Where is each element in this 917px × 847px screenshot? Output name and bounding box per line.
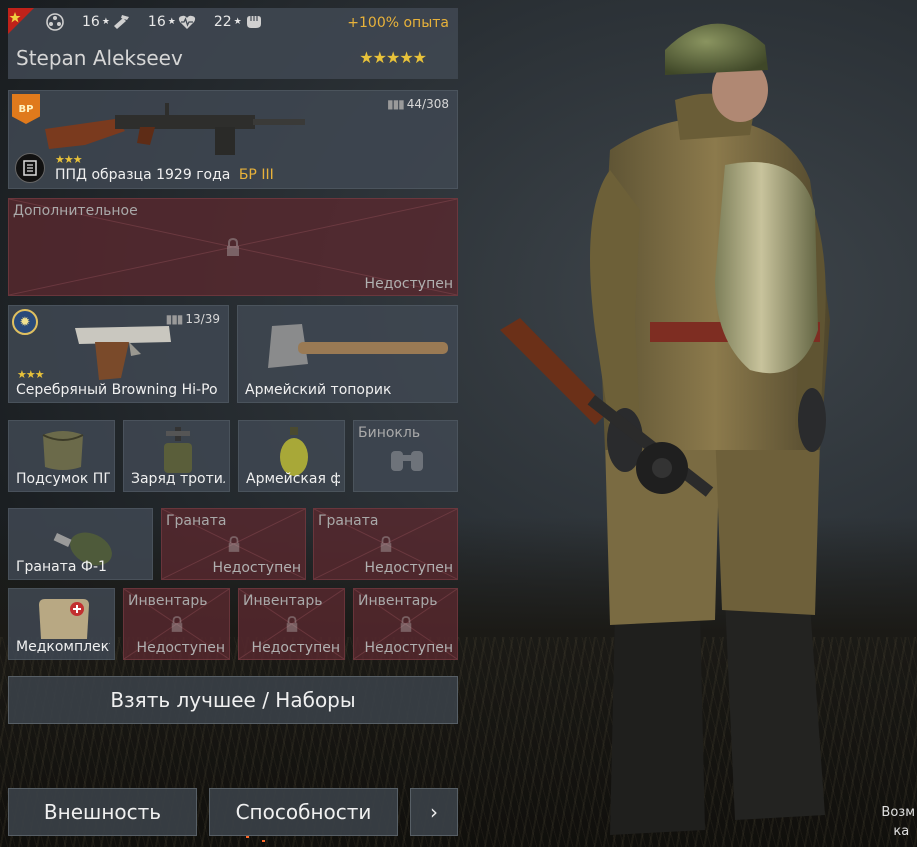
melee-name: Армейский топорик — [245, 382, 392, 398]
stat-melee: 22 ★ — [214, 14, 262, 30]
inventory-slot-4[interactable]: Инвентарь Недоступен — [353, 588, 458, 660]
inventory-slot-4-title: Инвентарь — [358, 593, 438, 609]
melee-slot[interactable]: Армейский топорик — [237, 305, 458, 403]
ammo-icon: ▮▮▮ — [386, 97, 405, 111]
stat-health-value: 16 — [147, 14, 166, 30]
hammer-icon — [113, 15, 129, 29]
exp-bonus: +100% опыта — [347, 15, 449, 31]
equipment-slot-pouch[interactable]: Подсумок ПП — [8, 420, 115, 492]
secondary-weapon-name: Серебряный Browning Hi-Po — [16, 382, 218, 398]
stat-melee-value: 22 — [213, 14, 232, 30]
lock-icon — [227, 237, 239, 256]
additional-slot-status: Недоступен — [364, 276, 453, 292]
inventory-medkit-name: Медкомплект — [16, 639, 110, 655]
primary-weapon-stars: ★★★ — [55, 153, 83, 166]
grenade-f1-name: Граната Ф-1 — [16, 559, 107, 575]
lock-icon — [380, 536, 391, 552]
equipment-tnt-name: Заряд тротила — [131, 471, 225, 487]
stat-health: 16 ★ — [148, 14, 196, 30]
secondary-ammo-count: 13/39 — [185, 312, 220, 326]
equipment-slot-tnt[interactable]: Заряд тротила — [123, 420, 230, 492]
lock-icon — [286, 616, 297, 632]
grenade-slot-3[interactable]: Граната Недоступен — [313, 508, 458, 580]
axe-image — [268, 324, 448, 368]
reel-icon — [46, 13, 64, 31]
primary-weapon-slot[interactable]: BP ▮▮▮ 44/308 ★★★ ППД образца 1929 года Б… — [8, 90, 458, 189]
battle-rating: БР III — [238, 167, 274, 183]
primary-ammo: ▮▮▮ 44/308 — [387, 97, 449, 111]
browning-pistol-image — [75, 326, 171, 380]
fist-icon — [246, 16, 261, 28]
lock-icon — [228, 536, 239, 552]
bp-badge-icon: BP — [12, 94, 40, 124]
abilities-button[interactable]: Способности — [209, 788, 398, 836]
equipment-flask-name: Армейская ф — [246, 471, 340, 487]
grenade-slot-3-status: Недоступен — [364, 560, 453, 576]
inventory-slot-medkit[interactable]: Медкомплект — [8, 588, 115, 660]
silver-medal-icon: ✹ — [12, 309, 38, 335]
inventory-slot-2[interactable]: Инвентарь Недоступен — [123, 588, 230, 660]
grenade-slot-2-status: Недоступен — [212, 560, 301, 576]
binoculars-slot-title: Бинокль — [358, 425, 421, 441]
equipment-slot-binoculars[interactable]: Бинокль — [353, 420, 458, 492]
grenade-slot-2-title: Граната — [166, 513, 227, 529]
ember-decor — [262, 840, 265, 842]
pouch-image — [42, 431, 84, 470]
grenade-slot-2[interactable]: Граната Недоступен — [161, 508, 306, 580]
checklist-icon[interactable] — [15, 153, 45, 183]
background-hint-text: Возм ка — [881, 803, 915, 841]
ppd-gun-image — [45, 103, 305, 155]
inventory-slot-3[interactable]: Инвентарь Недоступен — [238, 588, 345, 660]
additional-slot-title: Дополнительное — [13, 203, 138, 219]
inventory-slot-2-status: Недоступен — [136, 640, 225, 656]
primary-weapon-label: ППД образца 1929 года БР III — [55, 167, 274, 183]
more-button[interactable]: › — [410, 788, 458, 836]
background-hint-line2: ка — [893, 824, 910, 839]
equipment-slot-flask[interactable]: Армейская ф — [238, 420, 345, 492]
rank-flag-icon — [8, 8, 34, 34]
secondary-weapon-stars: ★★★ — [17, 368, 45, 381]
medkit-image — [39, 599, 89, 639]
secondary-weapon-slot[interactable]: ✹ ▮▮▮ 13/39 ★★★ Серебряный Browning Hi-Po — [8, 305, 229, 403]
stat-construction: 16 ★ — [82, 14, 130, 30]
grenade-slot-3-title: Граната — [318, 513, 379, 529]
soldier-stats: 16 ★ 16 ★ 22 ★ — [46, 13, 262, 31]
inventory-slot-3-title: Инвентарь — [243, 593, 323, 609]
soldier-model — [500, 23, 830, 835]
additional-slot[interactable]: Дополнительное Недоступен — [8, 198, 458, 296]
lock-icon — [171, 616, 182, 632]
primary-ammo-count: 44/308 — [406, 97, 449, 111]
appearance-button[interactable]: Внешность — [8, 788, 197, 836]
take-best-button[interactable]: Взять лучшее / Наборы — [8, 676, 458, 724]
binoculars-icon — [391, 451, 423, 471]
ember-decor — [246, 836, 249, 838]
lock-icon — [400, 616, 411, 632]
soldier-rating-stars: ★★★★★ — [359, 48, 427, 67]
heart-icon — [178, 15, 195, 29]
soldier-header: 16 ★ 16 ★ 22 ★ +100% опыта Stepan Alekseev … — [8, 8, 458, 79]
flask-image — [280, 427, 308, 476]
tnt-charge-image — [164, 427, 192, 473]
grenade-slot-f1[interactable]: Граната Ф-1 — [8, 508, 153, 580]
equipment-pouch-name: Подсумок ПП — [16, 471, 110, 487]
primary-weapon-name: ППД образца 1929 года — [55, 167, 231, 183]
soldier-name: Stepan Alekseev — [16, 46, 183, 70]
inventory-slot-4-status: Недоступен — [364, 640, 453, 656]
bp-badge-label: BP — [18, 103, 34, 115]
background-hint-line1: Возм — [881, 805, 915, 820]
stat-construction-value: 16 — [82, 14, 100, 30]
inventory-slot-2-title: Инвентарь — [128, 593, 208, 609]
inventory-slot-3-status: Недоступен — [251, 640, 340, 656]
